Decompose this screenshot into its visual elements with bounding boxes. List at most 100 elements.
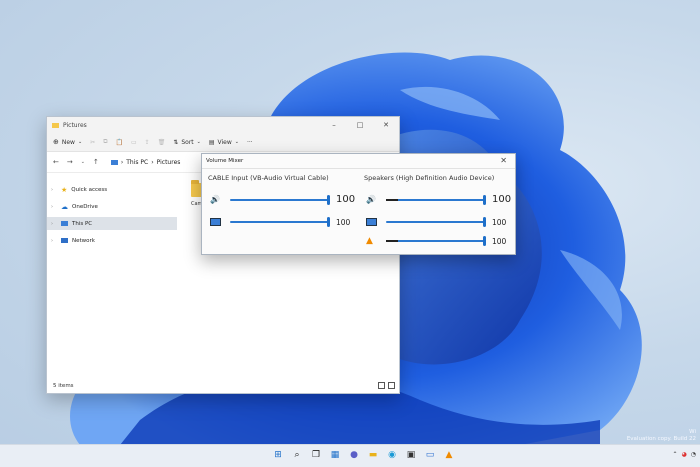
details-view-icon[interactable]	[378, 382, 385, 389]
sidebar-item-label: Quick access	[71, 186, 108, 193]
close-icon[interactable]: ✕	[500, 156, 507, 165]
peak-meter	[386, 198, 398, 201]
taskbar: ⊞ ⌕ ❐ ▦ ● ▬ ◉ ▣ ▭ ▲ ⌃ ◕ ◔	[0, 444, 700, 467]
task-view-icon[interactable]: ❐	[310, 449, 322, 461]
slider-track	[230, 221, 330, 223]
chevron-right-icon: ›	[120, 158, 124, 166]
chevron-right-icon: ›	[151, 158, 154, 166]
more-options-icon[interactable]: ···	[247, 139, 253, 146]
monitor-icon[interactable]: ▭	[424, 449, 436, 461]
volume-row: 100	[366, 217, 506, 227]
up-arrow-icon[interactable]: ↑	[93, 158, 99, 166]
paste-icon[interactable]: 📋	[116, 139, 123, 146]
volume-slider[interactable]	[386, 194, 486, 205]
volume-row: 🔊 100	[366, 194, 511, 205]
copy-icon[interactable]: ⧉	[103, 138, 107, 146]
cut-icon[interactable]: ✂	[90, 139, 95, 146]
volume-value: 100	[336, 217, 351, 227]
slider-thumb[interactable]	[483, 217, 486, 227]
device-name: CABLE Input (VB-Audio Virtual Cable)	[208, 174, 329, 182]
sidebar-item-network[interactable]: › Network	[47, 234, 177, 247]
volume-value: 100	[336, 194, 356, 205]
network-icon[interactable]: ◔	[691, 451, 696, 458]
share-icon[interactable]: ⇪	[145, 139, 150, 146]
navigation-pane: › ★ Quick access › ☁ OneDrive › This PC …	[47, 173, 177, 379]
sort-label: Sort	[181, 138, 194, 146]
close-button[interactable]: ✕	[373, 117, 399, 133]
minimize-button[interactable]: –	[321, 117, 347, 133]
item-count: 5 items	[53, 383, 74, 389]
sort-icon: ⇅	[173, 138, 179, 146]
sidebar-item-this-pc[interactable]: › This PC	[47, 217, 177, 230]
chevron-down-icon[interactable]: ⌄	[81, 159, 85, 165]
chevron-right-icon[interactable]: ›	[51, 187, 57, 193]
sort-button[interactable]: ⇅ Sort ⌄	[173, 139, 201, 146]
chrome-icon[interactable]: ◕	[682, 451, 687, 458]
chevron-right-icon[interactable]: ›	[51, 238, 57, 244]
maximize-button[interactable]: □	[347, 117, 373, 133]
volume-mixer-window: Volume Mixer ✕ CABLE Input (VB-Audio Vir…	[201, 153, 516, 255]
chevron-up-icon[interactable]: ⌃	[672, 451, 677, 458]
edge-icon[interactable]: ◉	[386, 449, 398, 461]
network-icon	[61, 238, 68, 243]
volume-value: 100	[492, 217, 507, 227]
folder-icon	[52, 122, 59, 128]
volume-row: 🔊 100	[210, 194, 355, 205]
search-icon[interactable]: ⌕	[291, 449, 303, 461]
evaluation-watermark: Wi Evaluation copy. Build 22	[627, 429, 696, 443]
slider-thumb[interactable]	[483, 236, 486, 246]
start-icon[interactable]: ⊞	[272, 449, 284, 461]
sidebar-item-label: Network	[72, 237, 95, 244]
delete-icon[interactable]: 🗑	[158, 139, 166, 146]
speaker-icon[interactable]: 🔊	[210, 195, 224, 204]
watermark-line: Evaluation copy. Build 22	[626, 436, 696, 442]
slider-track	[386, 240, 486, 242]
rename-icon[interactable]: ▭	[131, 139, 137, 146]
explorer-titlebar[interactable]: Pictures – □ ✕	[47, 117, 399, 133]
breadcrumb[interactable]: › This PC › Pictures	[110, 158, 181, 166]
chat-icon[interactable]: ●	[348, 449, 360, 461]
vlc-icon[interactable]: ▲	[366, 236, 380, 246]
slider-thumb[interactable]	[483, 194, 486, 205]
chevron-right-icon[interactable]: ›	[51, 221, 57, 227]
breadcrumb-item[interactable]: This PC	[126, 159, 148, 166]
volume-slider[interactable]	[230, 194, 330, 205]
slider-track	[386, 221, 486, 223]
sidebar-item-onedrive[interactable]: › ☁ OneDrive	[47, 200, 177, 213]
chevron-down-icon: ⌄	[234, 139, 239, 145]
star-icon: ★	[61, 185, 68, 194]
view-button[interactable]: ▤ View ⌄	[209, 139, 239, 146]
volume-row: ▲ 100	[366, 236, 506, 246]
command-bar: ⊕ New ⌄ ✂ ⧉ 📋 ▭ ⇪ 🗑 ⇅ Sort ⌄ ▤ View ⌄ ··…	[47, 133, 399, 152]
sidebar-item-label: OneDrive	[72, 203, 98, 210]
volume-slider[interactable]	[386, 217, 486, 227]
chevron-right-icon[interactable]: ›	[51, 204, 57, 210]
plus-circle-icon: ⊕	[53, 138, 59, 146]
slider-track	[386, 198, 486, 201]
peak-meter	[386, 240, 398, 242]
speaker-icon[interactable]: 🔊	[366, 195, 380, 204]
forward-arrow-icon[interactable]: →	[67, 158, 73, 166]
window-title: Pictures	[63, 121, 87, 129]
sidebar-item-quick-access[interactable]: › ★ Quick access	[47, 183, 177, 196]
view-icon: ▤	[208, 138, 215, 146]
new-button[interactable]: ⊕ New ⌄	[53, 138, 82, 146]
slider-thumb[interactable]	[327, 217, 330, 227]
tiles-view-icon[interactable]	[388, 382, 395, 389]
mixer-titlebar[interactable]: Volume Mixer ✕	[202, 154, 515, 168]
vlc-icon[interactable]: ▲	[443, 449, 455, 461]
slider-thumb[interactable]	[327, 194, 330, 205]
widgets-icon[interactable]: ▦	[329, 449, 341, 461]
chevron-down-icon: ⌄	[196, 139, 201, 145]
breadcrumb-item[interactable]: Pictures	[157, 159, 181, 166]
status-bar: 5 items	[47, 379, 399, 393]
sidebar-item-label: This PC	[72, 220, 93, 227]
system-sounds-icon[interactable]	[366, 218, 380, 226]
store-icon[interactable]: ▣	[405, 449, 417, 461]
back-arrow-icon[interactable]: ←	[53, 158, 59, 166]
volume-slider[interactable]	[386, 236, 486, 246]
file-explorer-icon[interactable]: ▬	[367, 449, 379, 461]
system-sounds-icon[interactable]	[210, 218, 224, 226]
volume-slider[interactable]	[230, 217, 330, 227]
pc-icon	[61, 221, 68, 226]
